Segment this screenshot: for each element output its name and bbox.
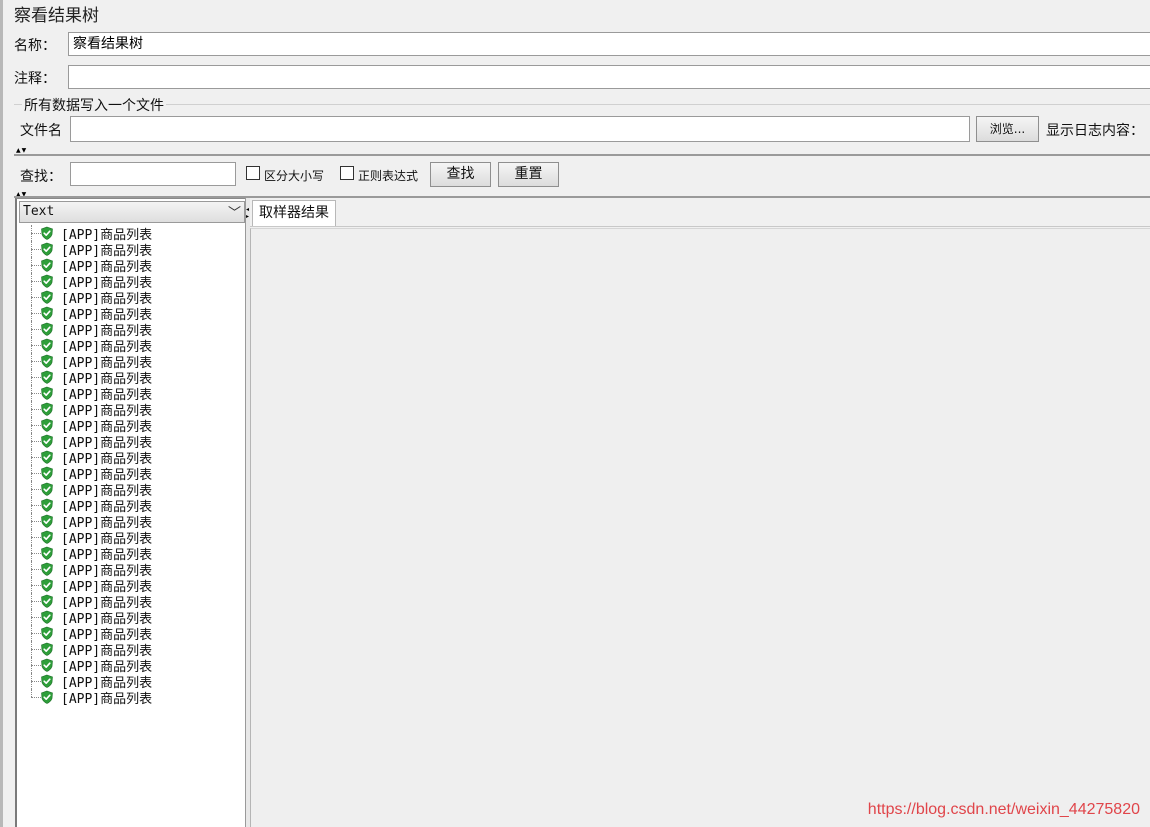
regex-label: 正则表达式 bbox=[358, 169, 419, 183]
tree-item[interactable]: [APP]商品列表 bbox=[17, 369, 245, 387]
result-content-pane bbox=[250, 228, 1150, 827]
success-shield-icon bbox=[41, 242, 53, 256]
success-shield-icon bbox=[41, 226, 53, 240]
window-left-border bbox=[0, 0, 3, 827]
tree-item[interactable]: [APP]商品列表 bbox=[17, 257, 245, 275]
success-shield-icon bbox=[41, 466, 53, 480]
filename-field[interactable] bbox=[70, 116, 970, 142]
success-shield-icon bbox=[41, 610, 53, 624]
success-shield-icon bbox=[41, 514, 53, 528]
success-shield-icon bbox=[41, 290, 53, 304]
success-shield-icon bbox=[41, 658, 53, 672]
splitter-top[interactable] bbox=[14, 154, 1150, 156]
success-shield-icon bbox=[41, 322, 53, 336]
chevron-down-icon: ﹀ bbox=[227, 206, 241, 221]
regex-checkbox[interactable] bbox=[340, 166, 354, 180]
tree-item[interactable]: [APP]商品列表 bbox=[17, 289, 245, 307]
success-shield-icon bbox=[41, 626, 53, 640]
comment-label: 注释： bbox=[14, 71, 56, 87]
watermark-text: https://blog.csdn.net/weixin_44275820 bbox=[867, 801, 1140, 818]
browse-button[interactable]: 浏览... bbox=[976, 116, 1039, 142]
tree-item[interactable]: [APP]商品列表 bbox=[17, 481, 245, 499]
renderer-select-value: Text bbox=[23, 204, 55, 219]
success-shield-icon bbox=[41, 482, 53, 496]
tree-item[interactable]: [APP]商品列表 bbox=[17, 513, 245, 531]
tree-item[interactable]: [APP]商品列表 bbox=[17, 609, 245, 627]
tree-item[interactable]: [APP]商品列表 bbox=[17, 689, 245, 707]
renderer-select[interactable]: Text ﹀ bbox=[19, 201, 245, 223]
success-shield-icon bbox=[41, 594, 53, 608]
tree-item-label: [APP]商品列表 bbox=[61, 692, 153, 707]
case-sensitive-checkbox[interactable] bbox=[246, 166, 260, 180]
log-content-label: 显示日志内容： bbox=[1046, 123, 1144, 139]
success-shield-icon bbox=[41, 306, 53, 320]
success-shield-icon bbox=[41, 498, 53, 512]
tree-item[interactable]: [APP]商品列表 bbox=[17, 529, 245, 547]
success-shield-icon bbox=[41, 434, 53, 448]
success-shield-icon bbox=[41, 674, 53, 688]
name-field[interactable]: 察看结果树 bbox=[68, 32, 1150, 56]
tree-item[interactable]: [APP]商品列表 bbox=[17, 657, 245, 675]
file-group-title: 所有数据写入一个文件 bbox=[22, 95, 166, 115]
panel-title: 察看结果树 bbox=[14, 6, 99, 26]
search-label: 查找： bbox=[20, 169, 62, 185]
success-shield-icon bbox=[41, 450, 53, 464]
success-shield-icon bbox=[41, 562, 53, 576]
results-tree-panel: Text ﹀ [APP]商品列表 [APP]商品列表 [APP]商品列表 [APP]商… bbox=[15, 198, 245, 827]
success-shield-icon bbox=[41, 338, 53, 352]
results-tree: [APP]商品列表 [APP]商品列表 [APP]商品列表 [APP]商品列表 [APP… bbox=[17, 225, 245, 707]
result-detail-area: 取样器结果 bbox=[250, 198, 1150, 827]
success-shield-icon bbox=[41, 402, 53, 416]
tree-item[interactable]: [APP]商品列表 bbox=[17, 465, 245, 483]
success-shield-icon bbox=[41, 546, 53, 560]
success-shield-icon bbox=[41, 642, 53, 656]
tree-item[interactable]: [APP]商品列表 bbox=[17, 321, 245, 339]
tree-item[interactable]: [APP]商品列表 bbox=[17, 353, 245, 371]
tree-item[interactable]: [APP]商品列表 bbox=[17, 545, 245, 563]
tree-item[interactable]: [APP]商品列表 bbox=[17, 337, 245, 355]
comment-field[interactable] bbox=[68, 65, 1150, 89]
success-shield-icon bbox=[41, 530, 53, 544]
tree-item[interactable]: [APP]商品列表 bbox=[17, 241, 245, 259]
name-label: 名称： bbox=[14, 38, 56, 54]
tree-item[interactable]: [APP]商品列表 bbox=[17, 577, 245, 595]
tree-item[interactable]: [APP]商品列表 bbox=[17, 433, 245, 451]
tree-item[interactable]: [APP]商品列表 bbox=[17, 625, 245, 643]
filename-label: 文件名 bbox=[20, 123, 62, 139]
success-shield-icon bbox=[41, 578, 53, 592]
file-group-border bbox=[14, 104, 1150, 105]
tree-item[interactable]: [APP]商品列表 bbox=[17, 305, 245, 323]
success-shield-icon bbox=[41, 690, 53, 704]
success-shield-icon bbox=[41, 370, 53, 384]
tab-sampler-result[interactable]: 取样器结果 bbox=[252, 200, 336, 226]
success-shield-icon bbox=[41, 258, 53, 272]
tree-item[interactable]: [APP]商品列表 bbox=[17, 641, 245, 659]
tree-item[interactable]: [APP]商品列表 bbox=[17, 273, 245, 291]
success-shield-icon bbox=[41, 418, 53, 432]
tree-item[interactable]: [APP]商品列表 bbox=[17, 401, 245, 419]
tree-item[interactable]: [APP]商品列表 bbox=[17, 497, 245, 515]
case-sensitive-label: 区分大小写 bbox=[264, 169, 325, 183]
tree-item[interactable]: [APP]商品列表 bbox=[17, 593, 245, 611]
tree-item[interactable]: [APP]商品列表 bbox=[17, 225, 245, 243]
success-shield-icon bbox=[41, 386, 53, 400]
tree-item[interactable]: [APP]商品列表 bbox=[17, 385, 245, 403]
success-shield-icon bbox=[41, 274, 53, 288]
result-tab-bar: 取样器结果 bbox=[250, 198, 1150, 227]
splitter-arrows-icon[interactable]: ◂ ▸ bbox=[246, 206, 249, 220]
find-button[interactable]: 查找 bbox=[430, 162, 491, 187]
tree-item[interactable]: [APP]商品列表 bbox=[17, 673, 245, 691]
tree-item[interactable]: [APP]商品列表 bbox=[17, 417, 245, 435]
tree-item[interactable]: [APP]商品列表 bbox=[17, 561, 245, 579]
reset-button[interactable]: 重置 bbox=[498, 162, 559, 187]
search-input[interactable] bbox=[70, 162, 236, 186]
success-shield-icon bbox=[41, 354, 53, 368]
tree-connector bbox=[31, 689, 32, 697]
tree-item[interactable]: [APP]商品列表 bbox=[17, 449, 245, 467]
